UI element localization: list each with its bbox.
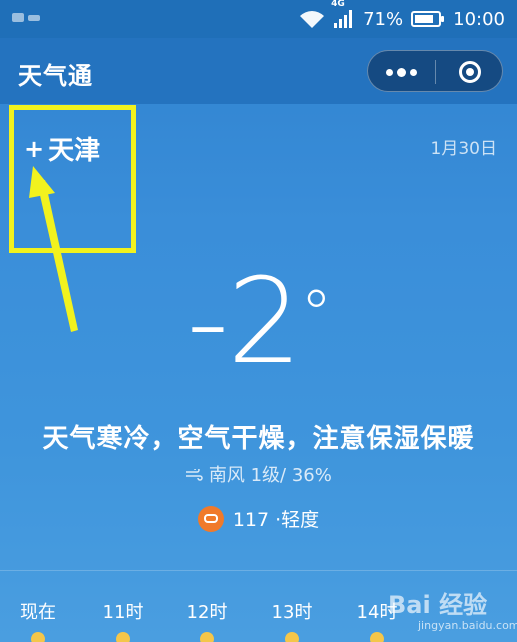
signal-icon: 4G bbox=[331, 0, 355, 29]
aqi-text: 117 ·轻度 bbox=[232, 509, 320, 531]
hour-label: 11时 bbox=[102, 602, 144, 623]
sun-icon bbox=[285, 632, 299, 642]
degree-symbol: ° bbox=[300, 278, 332, 352]
target-icon bbox=[458, 61, 481, 83]
sun-icon bbox=[31, 632, 45, 642]
hour-label: 现在 bbox=[20, 602, 56, 623]
mask-icon bbox=[197, 505, 224, 532]
watermark-logo: Bai 经验 bbox=[388, 591, 488, 619]
air-quality[interactable]: 117 ·轻度 bbox=[0, 505, 517, 532]
battery-percent: 71% bbox=[363, 8, 404, 30]
sun-icon bbox=[200, 632, 214, 642]
notification-icon bbox=[12, 9, 42, 25]
hour-label: 12时 bbox=[186, 602, 228, 623]
wind-humidity-text: 南风 1级/ 36% bbox=[208, 465, 332, 486]
mini-program-capsule bbox=[367, 50, 503, 92]
battery-icon bbox=[411, 11, 445, 27]
current-temperature: -2° bbox=[0, 262, 517, 380]
temperature-value: -2 bbox=[186, 252, 303, 390]
date-label: 1月30日 bbox=[430, 139, 497, 159]
clock: 10:00 bbox=[453, 8, 505, 30]
hour-label: 13时 bbox=[271, 602, 313, 623]
watermark-url: jingyan.baidu.com bbox=[418, 619, 517, 632]
wind-icon bbox=[185, 465, 209, 486]
app-title: 天气通 bbox=[18, 62, 93, 90]
weather-details: 南风 1级/ 36% bbox=[0, 461, 517, 487]
more-button[interactable] bbox=[368, 51, 435, 93]
sun-icon bbox=[116, 632, 130, 642]
network-type-label: 4G bbox=[331, 0, 345, 9]
close-button[interactable] bbox=[436, 51, 503, 93]
weather-tip: 天气寒冷，空气干燥，注意保湿保暖 bbox=[42, 424, 475, 454]
wifi-icon bbox=[299, 9, 325, 29]
app-header: 天气通 bbox=[0, 38, 517, 104]
status-bar: 4G 71% 10:00 bbox=[0, 0, 517, 38]
sun-icon bbox=[370, 632, 384, 642]
